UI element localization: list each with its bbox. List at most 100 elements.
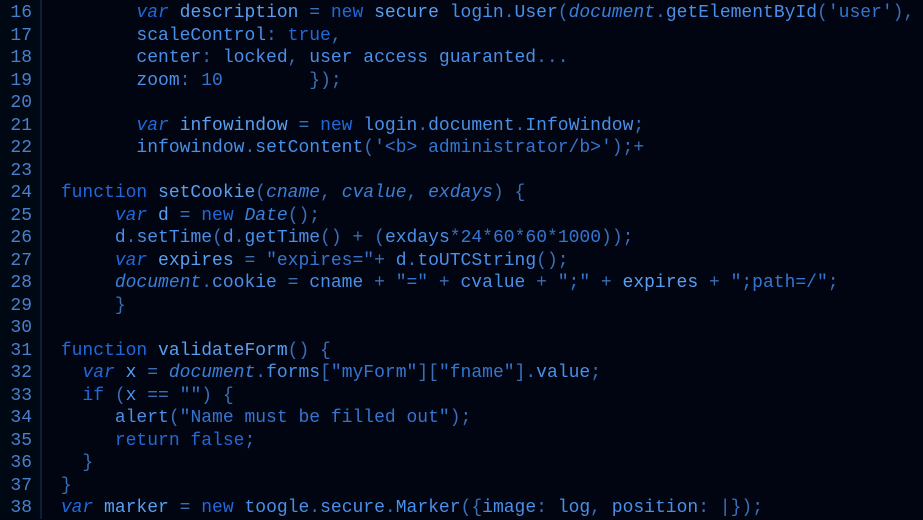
code-token: new (201, 498, 244, 518)
code-token: scaleControl (136, 26, 266, 46)
line-number: 28 (4, 272, 32, 295)
code-line[interactable] (50, 317, 923, 340)
code-line[interactable]: center: locked, user access guaranted... (50, 47, 923, 70)
code-line[interactable]: var infowindow = new login.document.Info… (50, 115, 923, 138)
code-token: )); (601, 228, 633, 248)
line-number: 26 (4, 227, 32, 250)
code-line[interactable]: d.setTime(d.getTime() + (exdays*24*60*60… (50, 227, 923, 250)
code-token: . (407, 251, 418, 271)
code-token: . (255, 363, 266, 383)
code-token: 1000 (558, 228, 601, 248)
code-token: new (320, 116, 363, 136)
code-token: } (115, 296, 126, 316)
code-line[interactable]: infowindow.setContent('<b> administrator… (50, 137, 923, 160)
code-token: document (169, 363, 255, 383)
code-token: * (450, 228, 461, 248)
code-token: document (115, 273, 201, 293)
code-token: ; (828, 273, 839, 293)
code-token: var (115, 206, 158, 226)
code-line[interactable]: scaleControl: true, (50, 25, 923, 48)
code-token: setTime (136, 228, 212, 248)
code-token: () { (288, 341, 331, 361)
code-line[interactable]: } (50, 475, 923, 498)
code-token: Date (244, 206, 287, 226)
code-token: expires (623, 273, 699, 293)
code-token: alert (115, 408, 169, 428)
code-editor[interactable]: 1617181920212223242526272829303132333435… (0, 0, 923, 519)
code-token: == (136, 386, 179, 406)
code-token: ( (558, 3, 569, 23)
code-token: zoom (136, 71, 179, 91)
code-token: : |}); (698, 498, 763, 518)
code-token: function (61, 341, 158, 361)
code-token: "=" (396, 273, 428, 293)
code-token: "" (180, 386, 202, 406)
code-token: if (82, 386, 114, 406)
code-token: '<b> administrator/b>' (374, 138, 612, 158)
code-token: = (298, 3, 330, 23)
code-line[interactable]: document.cookie = cname + "=" + cvalue +… (50, 272, 923, 295)
code-line[interactable]: var marker = new toogle.secure.Marker({i… (50, 497, 923, 520)
code-line[interactable]: } (50, 295, 923, 318)
line-number: 29 (4, 295, 32, 318)
line-number: 23 (4, 160, 32, 183)
code-line[interactable]: var d = new Date(); (50, 205, 923, 228)
code-token: . (504, 3, 515, 23)
code-token: } (61, 476, 72, 496)
code-token: , (288, 48, 310, 68)
code-line[interactable]: alert("Name must be filled out"); (50, 407, 923, 430)
line-number: 31 (4, 340, 32, 363)
code-token: expires (158, 251, 234, 271)
code-token: . (655, 3, 666, 23)
code-line[interactable]: if (x == "") { (50, 385, 923, 408)
line-number: 38 (4, 497, 32, 520)
line-number-gutter: 1617181920212223242526272829303132333435… (0, 0, 42, 519)
code-line[interactable]: var description = new secure login.User(… (50, 2, 923, 25)
code-line[interactable]: return false; (50, 430, 923, 453)
code-token: 60 (525, 228, 547, 248)
line-number: 19 (4, 70, 32, 93)
code-line[interactable] (50, 92, 923, 115)
code-line[interactable]: zoom: 10 }); (50, 70, 923, 93)
code-line[interactable] (50, 160, 923, 183)
code-token: + (428, 273, 460, 293)
code-token: description (180, 3, 299, 23)
code-token: ( (363, 138, 374, 158)
code-token: User (515, 3, 558, 23)
code-token: InfoWindow (525, 116, 633, 136)
line-number: 22 (4, 137, 32, 160)
code-token: d (223, 228, 234, 248)
code-token: . (515, 116, 526, 136)
code-token: ( (212, 228, 223, 248)
line-number: 25 (4, 205, 32, 228)
code-token: ( (115, 386, 126, 406)
code-token: + (698, 273, 730, 293)
line-number: 34 (4, 407, 32, 430)
code-token: log (558, 498, 590, 518)
code-line[interactable]: var expires = "expires="+ d.toUTCString(… (50, 250, 923, 273)
code-token: : (266, 26, 288, 46)
code-token: marker (104, 498, 169, 518)
code-token: exdays (385, 228, 450, 248)
code-token: var (136, 3, 179, 23)
code-token: var (136, 116, 179, 136)
line-number: 32 (4, 362, 32, 385)
code-line[interactable]: function setCookie(cname, cvalue, exdays… (50, 182, 923, 205)
code-token: true (288, 26, 331, 46)
code-token: ({ (461, 498, 483, 518)
code-token: ( (255, 183, 266, 203)
code-token: : (180, 71, 202, 91)
code-token: . (417, 116, 428, 136)
code-area[interactable]: var description = new secure login.User(… (42, 0, 923, 519)
code-line[interactable]: function validateForm() { (50, 340, 923, 363)
code-line[interactable]: var x = document.forms["myForm"]["fname"… (50, 362, 923, 385)
code-token: ), { (893, 3, 923, 23)
code-token: }); (223, 71, 342, 91)
code-token: false (190, 431, 244, 451)
code-token: 24 (461, 228, 483, 248)
code-token: : (201, 48, 223, 68)
code-token: + (590, 273, 622, 293)
code-line[interactable]: } (50, 452, 923, 475)
code-token: cvalue (461, 273, 526, 293)
code-token: + (374, 251, 396, 271)
